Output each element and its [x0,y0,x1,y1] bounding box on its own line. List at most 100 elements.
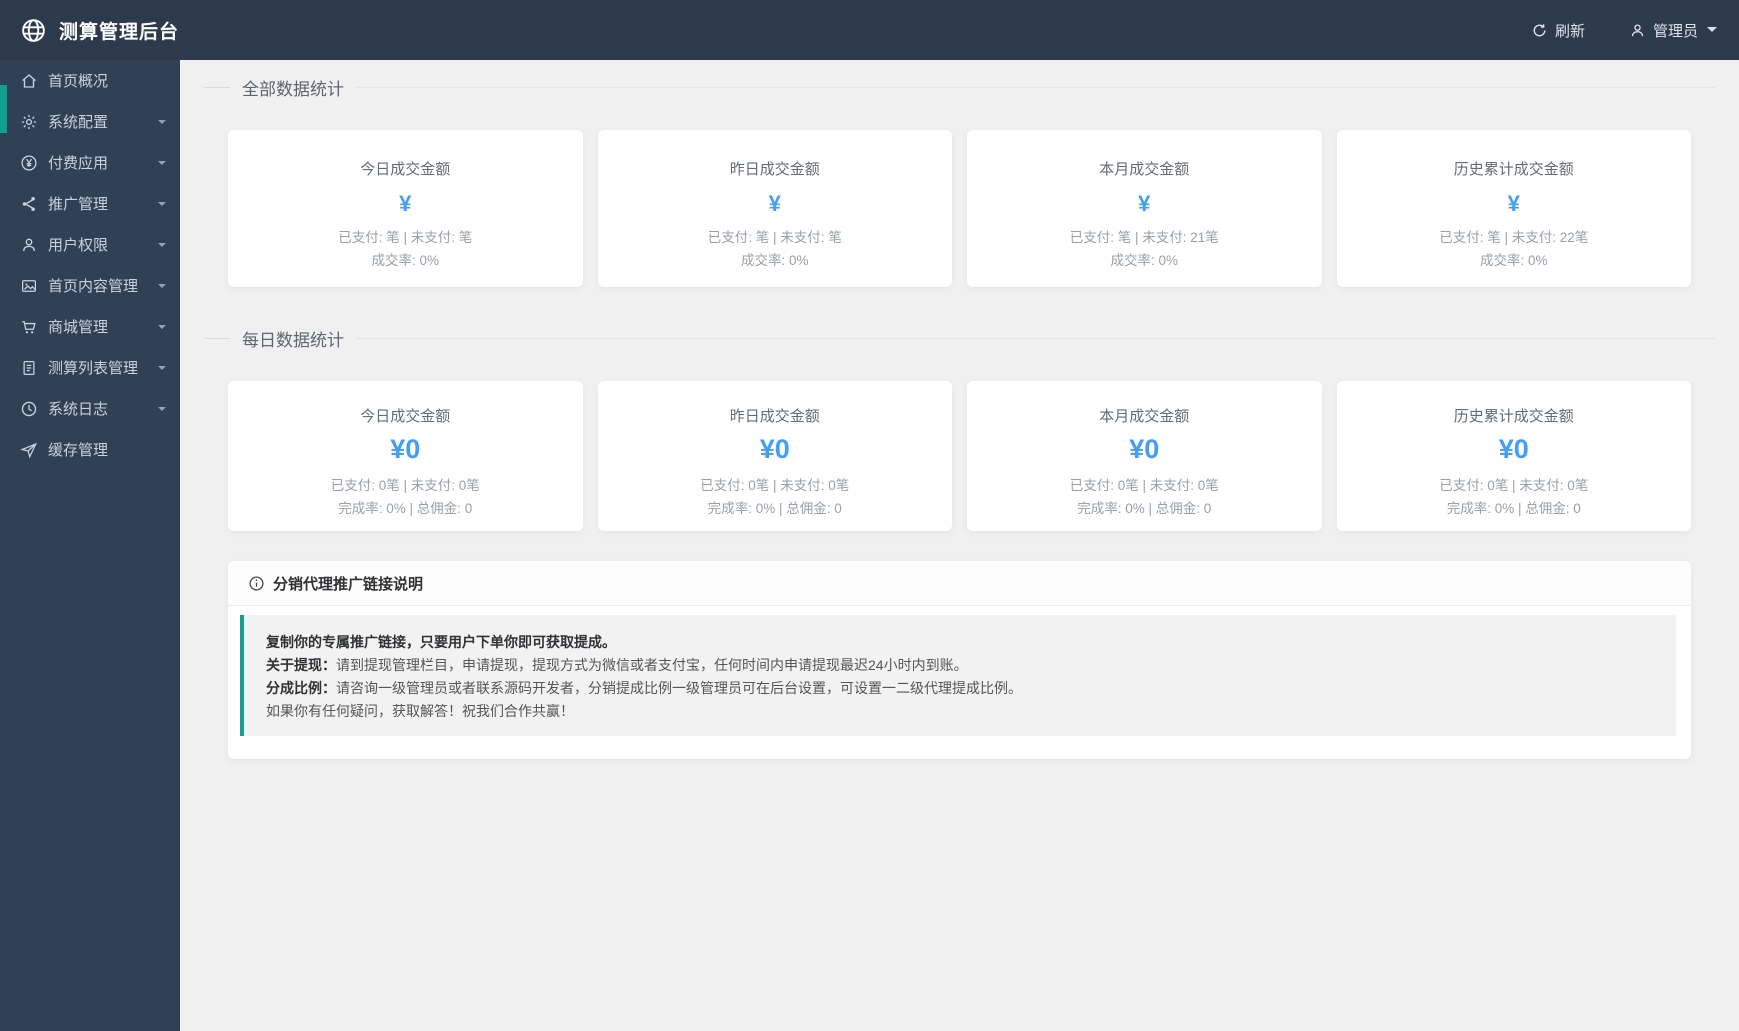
stat-title: 本月成交金额 [977,405,1312,426]
stat-paid-line: 已支付: 笔 | 未支付: 22笔 [1347,231,1682,245]
section-divider-all-stats: 全部数据统计 [204,76,1715,98]
sidebar-item-home-overview[interactable]: 首页概况 [0,60,180,101]
cart-icon [20,318,38,336]
app-logo[interactable]: 测算管理后台 [20,17,179,44]
notice-panel-title: 分销代理推广链接说明 [273,573,423,594]
sidebar-item-label: 付费应用 [48,152,108,173]
sidebar-item-label: 首页概况 [48,70,108,91]
clock-icon [20,400,38,418]
notice-block: 复制你的专属推广链接，只要用户下单你即可获取提成。 关于提现：请到提现管理栏目，… [240,615,1676,736]
all-stats-cards: 今日成交金额 ¥ 已支付: 笔 | 未支付: 笔 成交率: 0% 昨日成交金额 … [228,130,1691,287]
stat-title: 历史累计成交金额 [1347,405,1682,426]
sidebar-item-label: 用户权限 [48,234,108,255]
stat-amount: ¥ [608,191,943,217]
user-menu[interactable]: 管理员 [1629,20,1717,41]
chevron-down-icon [1707,27,1717,37]
stat-amount: ¥ [1347,191,1682,217]
sidebar-item-homepage-content[interactable]: 首页内容管理 [0,265,180,306]
stat-rate-line: 成交率: 0% [977,254,1312,268]
stat-card-yesterday-total: 昨日成交金额 ¥ 已支付: 笔 | 未支付: 笔 成交率: 0% [598,130,953,287]
stat-paid-line: 已支付: 0笔 | 未支付: 0笔 [608,479,943,493]
user-label: 管理员 [1653,20,1698,41]
stat-paid-line: 已支付: 0笔 | 未支付: 0笔 [977,479,1312,493]
sidebar: 首页概况 系统配置 付费应用 [0,60,180,1031]
yen-circle-icon [20,154,38,172]
stat-amount: ¥0 [1347,434,1682,465]
stat-title: 今日成交金额 [238,158,573,179]
sidebar-item-calc-list-management[interactable]: 测算列表管理 [0,347,180,388]
stat-paid-line: 已支付: 0笔 | 未支付: 0笔 [238,479,573,493]
promotion-notice-panel: 分销代理推广链接说明 复制你的专属推广链接，只要用户下单你即可获取提成。 关于提… [228,561,1691,759]
stat-rate-line: 成交率: 0% [608,254,943,268]
refresh-label: 刷新 [1555,20,1585,41]
stat-amount: ¥0 [977,434,1312,465]
stat-rate-line: 完成率: 0% | 总佣金: 0 [977,502,1312,516]
sidebar-item-label: 首页内容管理 [48,275,138,296]
sidebar-item-system-logs[interactable]: 系统日志 [0,388,180,429]
notice-line: 如果你有任何疑问，获取解答！祝我们合作共赢！ [266,700,1654,723]
topbar: 测算管理后台 刷新 管理员 [0,0,1739,60]
sidebar-item-label: 系统日志 [48,398,108,419]
stat-card-today-daily: 今日成交金额 ¥0 已支付: 0笔 | 未支付: 0笔 完成率: 0% | 总佣… [228,381,583,531]
chevron-down-icon [158,325,166,333]
section-divider-daily-stats: 每日数据统计 [204,327,1715,349]
chevron-down-icon [158,202,166,210]
sidebar-item-label: 缓存管理 [48,439,108,460]
stat-card-yesterday-daily: 昨日成交金额 ¥0 已支付: 0笔 | 未支付: 0笔 完成率: 0% | 总佣… [598,381,953,531]
section-title: 全部数据统计 [230,75,356,100]
main-content: 全部数据统计 今日成交金额 ¥ 已支付: 笔 | 未支付: 笔 成交率: 0% … [180,0,1739,1031]
stat-card-history-daily: 历史累计成交金额 ¥0 已支付: 0笔 | 未支付: 0笔 完成率: 0% | … [1337,381,1692,531]
stat-amount: ¥ [238,191,573,217]
gear-icon [20,113,38,131]
stat-card-today-total: 今日成交金额 ¥ 已支付: 笔 | 未支付: 笔 成交率: 0% [228,130,583,287]
sidebar-item-label: 推广管理 [48,193,108,214]
sidebar-item-label: 系统配置 [48,111,108,132]
stat-rate-line: 完成率: 0% | 总佣金: 0 [608,502,943,516]
sidebar-item-system-config[interactable]: 系统配置 [0,101,180,142]
notice-line: 关于提现：请到提现管理栏目，申请提现，提现方式为微信或者支付宝，任何时间内申请提… [266,654,1654,677]
sidebar-item-promotion-management[interactable]: 推广管理 [0,183,180,224]
sidebar-item-mall-management[interactable]: 商城管理 [0,306,180,347]
stat-rate-line: 成交率: 0% [1347,254,1682,268]
refresh-button[interactable]: 刷新 [1531,20,1585,41]
stat-amount: ¥ [977,191,1312,217]
sidebar-item-paid-apps[interactable]: 付费应用 [0,142,180,183]
user-icon [20,236,38,254]
chevron-down-icon [158,407,166,415]
stat-title: 历史累计成交金额 [1347,158,1682,179]
sidebar-menu: 首页概况 系统配置 付费应用 [0,60,180,470]
stat-card-month-total: 本月成交金额 ¥ 已支付: 笔 | 未支付: 21笔 成交率: 0% [967,130,1322,287]
chevron-down-icon [158,161,166,169]
chevron-down-icon [158,120,166,128]
globe-icon [20,17,47,44]
stat-rate-line: 完成率: 0% | 总佣金: 0 [1347,502,1682,516]
stat-title: 本月成交金额 [977,158,1312,179]
user-icon [1629,22,1646,39]
sidebar-item-user-permissions[interactable]: 用户权限 [0,224,180,265]
refresh-icon [1531,22,1548,39]
notice-line: 复制你的专属推广链接，只要用户下单你即可获取提成。 [266,631,1654,654]
info-circle-icon [248,575,265,592]
stat-card-history-total: 历史累计成交金额 ¥ 已支付: 笔 | 未支付: 22笔 成交率: 0% [1337,130,1692,287]
sidebar-active-indicator [0,85,7,133]
stat-title: 昨日成交金额 [608,158,943,179]
stat-paid-line: 已支付: 笔 | 未支付: 21笔 [977,231,1312,245]
image-icon [20,277,38,295]
stat-amount: ¥0 [608,434,943,465]
stat-amount: ¥0 [238,434,573,465]
section-title: 每日数据统计 [230,326,356,351]
sidebar-item-label: 测算列表管理 [48,357,138,378]
stat-rate-line: 成交率: 0% [238,254,573,268]
stat-card-month-daily: 本月成交金额 ¥0 已支付: 0笔 | 未支付: 0笔 完成率: 0% | 总佣… [967,381,1322,531]
sidebar-item-cache-management[interactable]: 缓存管理 [0,429,180,470]
chevron-down-icon [158,366,166,374]
send-icon [20,441,38,459]
document-icon [20,359,38,377]
stat-title: 今日成交金额 [238,405,573,426]
home-icon [20,72,38,90]
chevron-down-icon [158,284,166,292]
stat-paid-line: 已支付: 0笔 | 未支付: 0笔 [1347,479,1682,493]
topbar-actions: 刷新 管理员 [1531,20,1717,41]
daily-stats-cards: 今日成交金额 ¥0 已支付: 0笔 | 未支付: 0笔 完成率: 0% | 总佣… [228,381,1691,531]
stat-rate-line: 完成率: 0% | 总佣金: 0 [238,502,573,516]
